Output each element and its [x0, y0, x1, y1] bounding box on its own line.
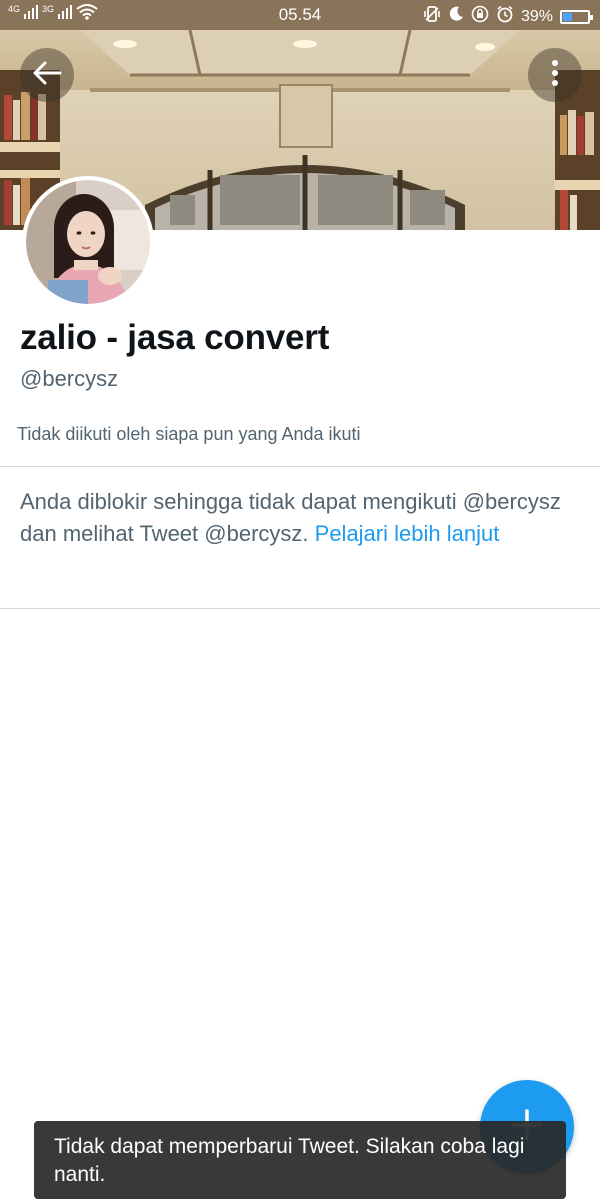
- learn-more-link[interactable]: Pelajari lebih lanjut: [315, 521, 500, 546]
- status-right: 39%: [423, 5, 593, 28]
- more-options-button[interactable]: [528, 48, 582, 102]
- blocked-notice: Anda diblokir sehingga tidak dapat mengi…: [20, 486, 580, 550]
- status-bar: 4G 3G 05.54 39%: [0, 0, 600, 30]
- toast-message: Tidak dapat memperbarui Tweet. Silakan c…: [54, 1135, 525, 1186]
- divider: [0, 466, 600, 467]
- moon-icon: [448, 6, 464, 27]
- avatar[interactable]: [22, 176, 154, 308]
- battery-icon: [560, 9, 593, 24]
- battery-fill: [563, 12, 572, 21]
- arrow-left-icon: [32, 60, 62, 91]
- followers-you-know-note[interactable]: Tidak diikuti oleh siapa pun yang Anda i…: [17, 424, 361, 445]
- divider: [0, 608, 600, 609]
- display-name: zalio - jasa convert: [20, 318, 330, 357]
- rotation-lock-icon: [471, 5, 489, 28]
- avatar-image: [26, 180, 150, 304]
- alarm-icon: [496, 5, 514, 28]
- username-handle: @bercysz: [20, 366, 119, 391]
- more-vertical-icon: [551, 59, 559, 92]
- error-toast: Tidak dapat memperbarui Tweet. Silakan c…: [34, 1121, 566, 1199]
- back-button[interactable]: [20, 48, 74, 102]
- vibrate-icon: [423, 5, 441, 28]
- battery-percent: 39%: [520, 7, 553, 25]
